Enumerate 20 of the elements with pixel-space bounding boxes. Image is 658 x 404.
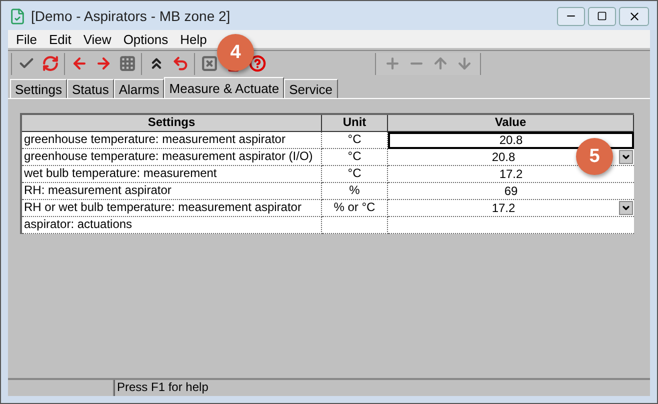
tab[interactable]: Settings xyxy=(10,79,67,98)
menu-item[interactable]: View xyxy=(79,32,116,46)
tab[interactable]: Measure & Actuate xyxy=(164,77,284,99)
table-cell: aspirator: actuations xyxy=(22,217,322,234)
maximize-icon xyxy=(597,11,607,21)
menu-item[interactable]: Help xyxy=(176,32,211,46)
menu-item[interactable]: Edit xyxy=(44,32,76,46)
app-icon xyxy=(9,8,26,24)
close-button[interactable] xyxy=(619,6,649,26)
tab[interactable]: Service xyxy=(284,79,338,98)
menu-item[interactable]: File xyxy=(12,32,41,46)
value-cell[interactable]: 20.8 xyxy=(388,132,634,149)
status-message: Press F1 for help xyxy=(114,380,650,396)
close-icon xyxy=(628,10,640,22)
column-header: Value xyxy=(388,115,634,132)
tab[interactable]: Status xyxy=(66,79,114,98)
menu-item[interactable]: Options xyxy=(119,32,172,46)
maximize-button[interactable] xyxy=(588,6,616,26)
window-title: [Demo - Aspirators - MB zone 2] xyxy=(31,8,230,24)
table-cell xyxy=(322,217,388,234)
